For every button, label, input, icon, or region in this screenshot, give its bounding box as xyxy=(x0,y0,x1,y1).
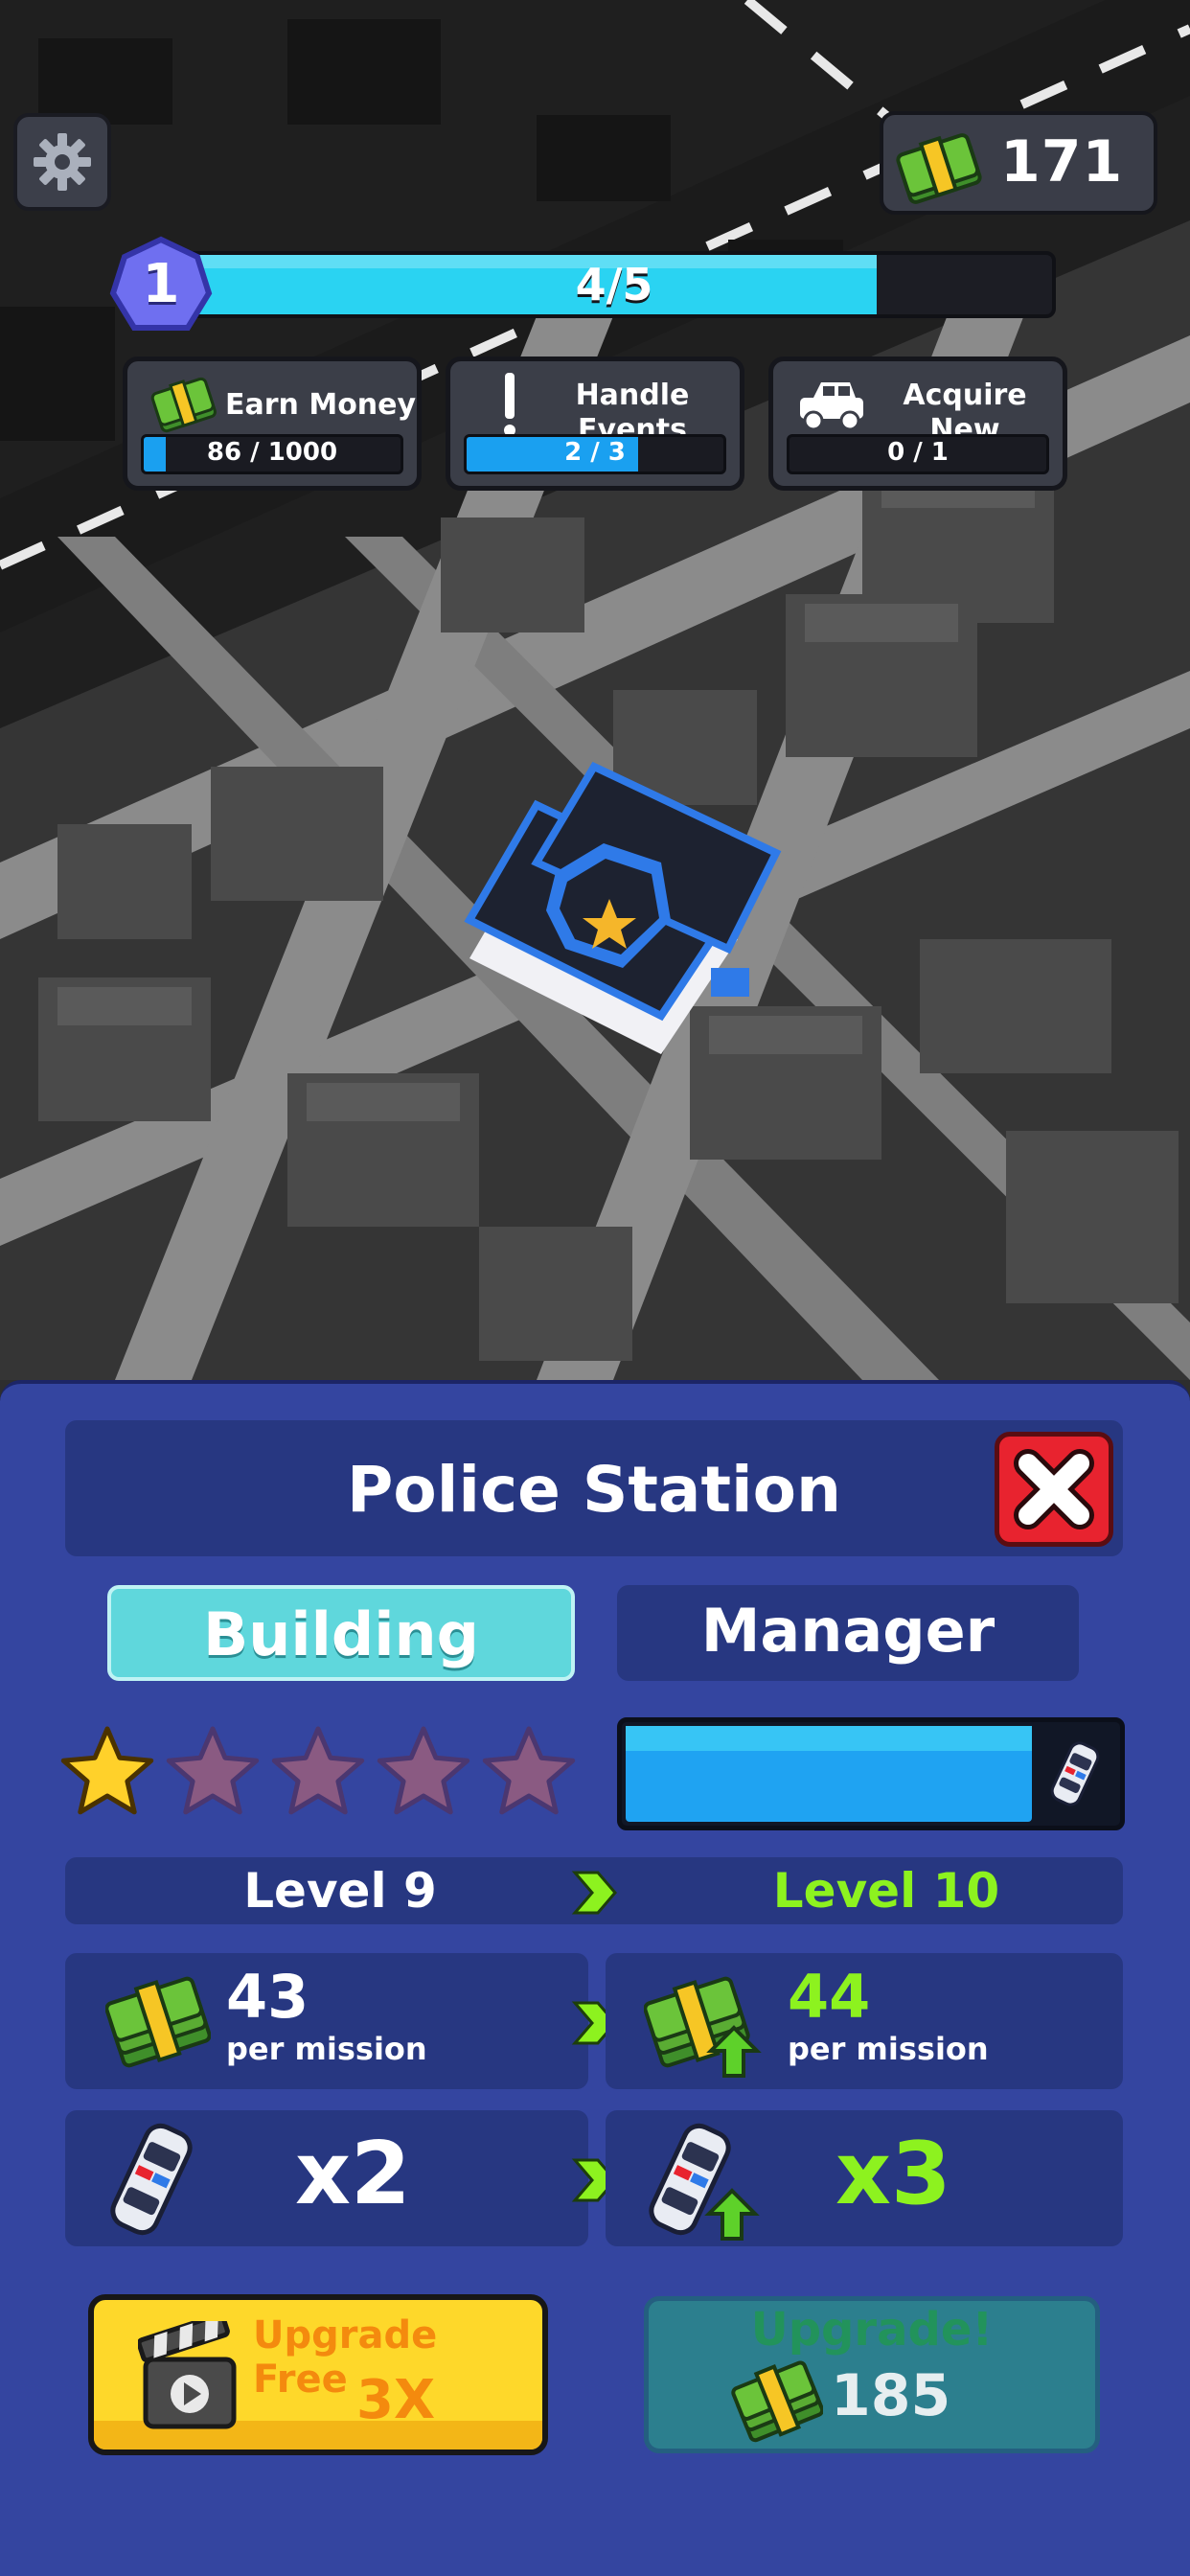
police-car-upgrade-icon xyxy=(649,2123,760,2241)
vehicles-current-value: x2 xyxy=(295,2124,411,2224)
cash-stack-icon xyxy=(731,2360,823,2443)
star-progress-fill xyxy=(626,1726,1032,1822)
task-progress-bar: 86 / 1000 xyxy=(141,434,403,474)
building-panel: Police Station Building Manager Level 9 … xyxy=(0,1380,1190,2576)
settings-button[interactable] xyxy=(13,113,111,211)
star-filled-icon xyxy=(60,1726,154,1815)
player-level-badge: 1 xyxy=(107,236,215,337)
level-progress-bar: 4/5 xyxy=(172,251,1056,318)
star-empty-icon xyxy=(166,1726,260,1815)
task-label: Earn Money xyxy=(225,388,417,422)
cash-amount: 171 xyxy=(1000,128,1124,196)
tab-building[interactable]: Building xyxy=(107,1585,575,1681)
income-current-value: 43 xyxy=(226,1962,309,2032)
task-progress-text: 86 / 1000 xyxy=(206,438,338,467)
upgrade-free-button[interactable]: Upgrade Free 3X xyxy=(88,2294,548,2455)
cash-icon xyxy=(150,377,217,433)
cash-icon xyxy=(896,133,982,204)
cash-stack-icon xyxy=(105,1976,211,2068)
task-acquire-vehicles[interactable]: Acquire New Vehicles 0 / 1 xyxy=(768,356,1067,491)
level-next: Level 10 xyxy=(772,1863,1000,1919)
task-progress-bar: 2 / 3 xyxy=(464,434,726,474)
star-empty-icon xyxy=(377,1726,470,1815)
close-button[interactable] xyxy=(995,1432,1113,1547)
task-label-line1: Handle xyxy=(575,379,690,412)
police-car-icon xyxy=(1050,1741,1100,1806)
close-icon xyxy=(1014,1449,1094,1530)
level-progress-text: 4/5 xyxy=(575,259,653,310)
player-level-number: 1 xyxy=(142,253,180,315)
task-earn-money[interactable]: Earn Money 86 / 1000 xyxy=(123,356,422,491)
income-next-value: 44 xyxy=(788,1962,871,2032)
income-next-card: 44 per mission xyxy=(606,1953,1123,2089)
upgrade-cost: 185 xyxy=(831,2362,951,2429)
vehicles-current-card: x2 xyxy=(65,2110,588,2246)
star-empty-icon xyxy=(482,1726,576,1815)
clapperboard-icon xyxy=(138,2321,237,2429)
task-progress-text: 2 / 3 xyxy=(564,438,626,467)
gear-icon xyxy=(34,133,91,191)
task-progress-bar: 0 / 1 xyxy=(787,434,1049,474)
level-current: Level 9 xyxy=(243,1863,437,1919)
star-empty-icon xyxy=(271,1726,365,1815)
star-progress-bar xyxy=(617,1717,1125,1830)
cash-upgrade-icon xyxy=(644,1976,762,2078)
star-rating xyxy=(60,1726,576,1815)
upgrade-button[interactable]: Upgrade! 185 xyxy=(644,2296,1100,2453)
income-current-card: 43 per mission xyxy=(65,1953,588,2089)
chevron-right-icon xyxy=(571,1871,617,1915)
panel-title: Police Station xyxy=(347,1453,841,1527)
upgrade-label: Upgrade! xyxy=(750,2303,994,2357)
police-car-icon xyxy=(110,2123,193,2236)
exclamation-icon xyxy=(504,373,515,436)
income-current-unit: per mission xyxy=(226,2031,427,2067)
task-handle-events[interactable]: Handle Events 2 / 3 xyxy=(446,356,744,491)
vehicles-next-card: x3 xyxy=(606,2110,1123,2246)
tab-manager[interactable]: Manager xyxy=(617,1585,1079,1681)
vehicles-next-value: x3 xyxy=(835,2124,951,2224)
jeep-icon xyxy=(800,382,863,431)
upgrade-free-multiplier: 3X xyxy=(356,2369,436,2431)
income-next-unit: per mission xyxy=(788,2031,989,2067)
panel-title-bar: Police Station xyxy=(65,1420,1123,1556)
task-progress-text: 0 / 1 xyxy=(887,438,949,467)
cash-counter: 171 xyxy=(880,111,1157,215)
